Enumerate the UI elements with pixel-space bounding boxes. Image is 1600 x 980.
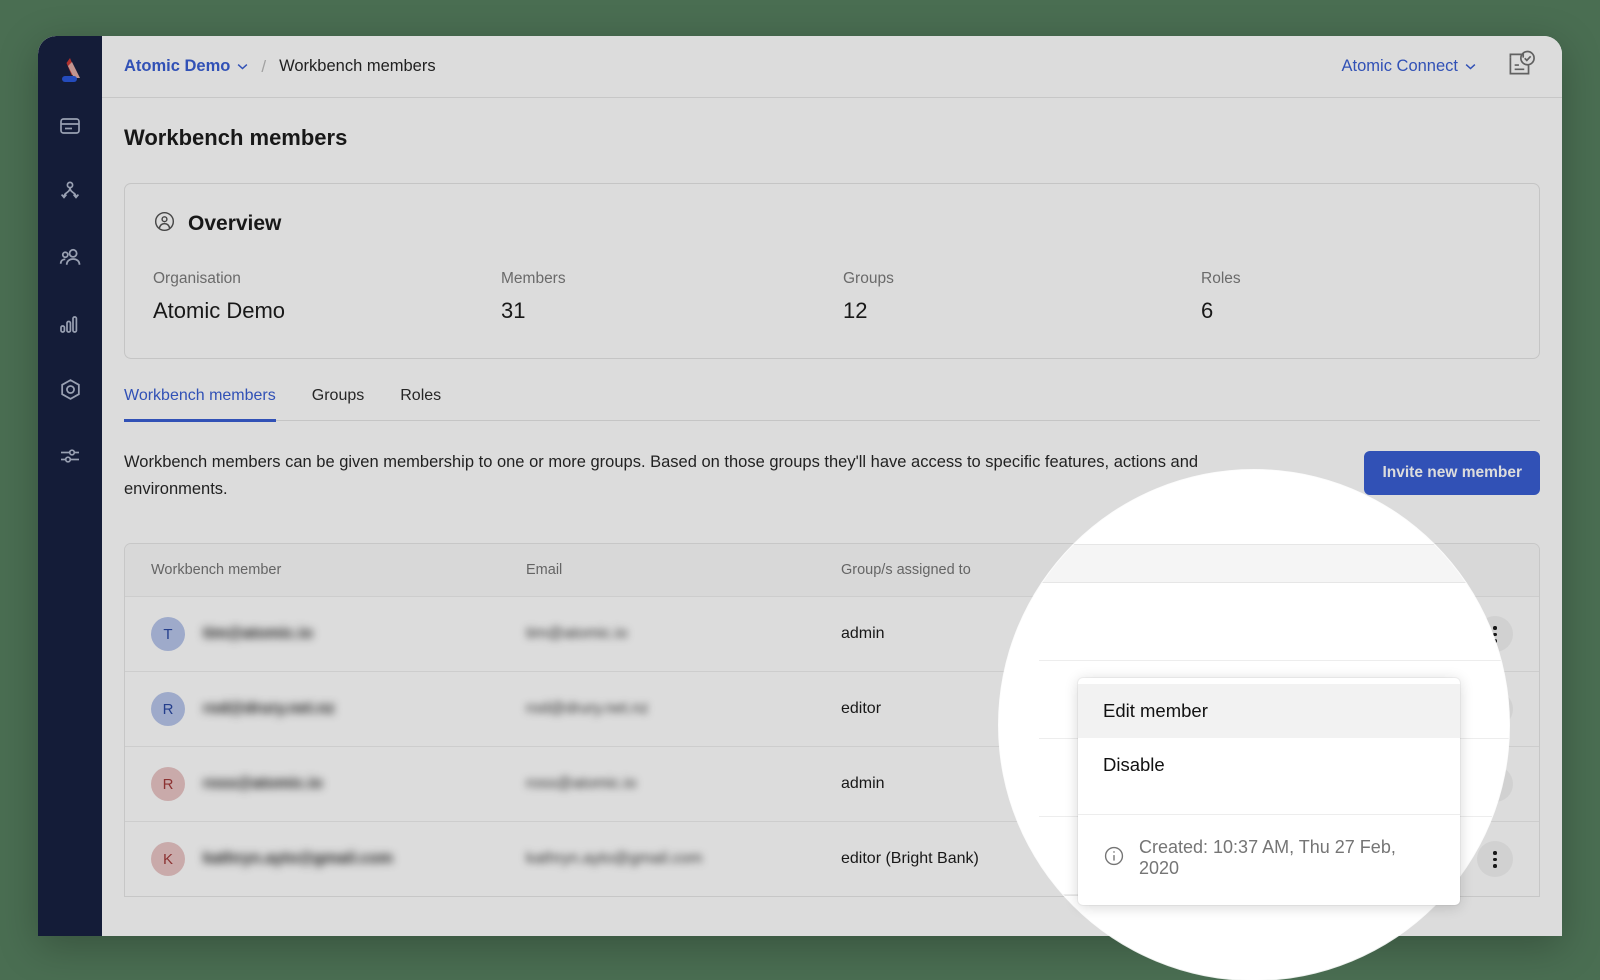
sidebar [38, 36, 102, 936]
column-header-email: Email [526, 562, 563, 579]
sidebar-item-analytics[interactable] [44, 300, 96, 352]
member-email: kathryn.ayto@gmail.com [526, 850, 703, 868]
sliders-icon [58, 444, 82, 473]
bar-chart-icon [58, 312, 82, 341]
member-name: ross@atomic.io [203, 775, 323, 793]
overview-card: Overview Organisation Atomic Demo Member… [124, 183, 1540, 359]
created-timestamp: Created: 10:37 AM, Thu 27 Feb, 2020 [1139, 837, 1396, 878]
member-name: rod@drury.net.nz [203, 700, 335, 718]
avatar: R [151, 692, 185, 727]
atomic-logo[interactable] [53, 54, 87, 88]
member-cell: R rod@drury.net.nz [151, 692, 526, 727]
member-cell: R ross@atomic.io [151, 767, 526, 802]
atomic-connect-label: Atomic Connect [1341, 57, 1458, 75]
stat-label: Roles [1201, 270, 1241, 287]
member-cell: K kathryn.ayto@gmail.com [151, 842, 526, 877]
info-circle-icon [1103, 845, 1125, 872]
stat-value: Atomic Demo [153, 298, 286, 323]
stat-label: Groups [843, 270, 894, 287]
breadcrumb-org[interactable]: Atomic Demo [124, 57, 248, 76]
member-name: tim@atomic.io [203, 625, 313, 643]
overview-stat-members: Members 31 [501, 270, 843, 324]
sidebar-item-configuration[interactable] [44, 366, 96, 418]
chevron-down-icon [1465, 64, 1476, 70]
stat-label: Members [501, 270, 566, 287]
breadcrumb-org-label: Atomic Demo [124, 57, 231, 75]
column-header-member: Workbench member [151, 562, 282, 579]
stat-label: Organisation [153, 270, 241, 287]
atomic-connect-menu[interactable]: Atomic Connect [1342, 57, 1476, 76]
branch-flow-icon [58, 180, 82, 209]
stat-value: 31 [501, 298, 526, 323]
overview-stat-organisation: Organisation Atomic Demo [153, 270, 501, 324]
magnified-table-header [1039, 545, 1509, 583]
tab-bar: Workbench members Groups Roles [124, 387, 1540, 422]
menu-item-disable[interactable]: Disable [1078, 738, 1460, 792]
sidebar-item-journeys[interactable] [44, 168, 96, 220]
breadcrumb-current: Workbench members [279, 57, 436, 75]
person-circle-icon [153, 210, 176, 238]
member-email: ross@atomic.io [526, 775, 637, 793]
tab-groups[interactable]: Groups [294, 387, 382, 420]
magnified-active-row [1039, 583, 1509, 661]
tab-workbench-members[interactable]: Workbench members [124, 387, 294, 422]
menu-created-meta: Created: 10:37 AM, Thu 27 Feb, 2020 [1078, 815, 1460, 905]
card-list-icon [58, 114, 82, 143]
stat-value: 12 [843, 298, 868, 323]
document-check-icon[interactable] [1504, 48, 1536, 85]
stat-value: 6 [1201, 298, 1214, 323]
row-actions-dropdown: Edit member Disable Created: 10:37 AM, T… [1078, 678, 1460, 905]
page-title: Workbench members [124, 125, 348, 150]
overview-stat-roles: Roles 6 [1201, 270, 1511, 324]
avatar: R [151, 767, 185, 802]
member-name: kathryn.ayto@gmail.com [203, 850, 393, 868]
users-icon [58, 245, 83, 275]
avatar: K [151, 842, 185, 877]
member-email: tim@atomic.io [526, 625, 628, 643]
chevron-down-icon [237, 64, 248, 70]
overview-header: Overview [153, 210, 1511, 238]
hexagon-icon [58, 377, 83, 407]
member-email: rod@drury.net.nz [526, 700, 649, 718]
menu-item-edit-member[interactable]: Edit member [1078, 684, 1460, 738]
tab-roles[interactable]: Roles [382, 387, 459, 420]
overview-stats: Organisation Atomic Demo Members 31 Grou… [153, 270, 1511, 324]
overview-stat-groups: Groups 12 [843, 270, 1201, 324]
top-bar: Atomic Demo / Workbench members Atomic C… [102, 36, 1562, 98]
overview-title: Overview [188, 212, 282, 235]
member-cell: T tim@atomic.io [151, 617, 526, 652]
sidebar-item-customers[interactable] [44, 234, 96, 286]
breadcrumb-separator: / [261, 56, 267, 76]
sidebar-item-settings[interactable] [44, 432, 96, 484]
avatar: T [151, 617, 185, 652]
sidebar-item-card-list[interactable] [44, 102, 96, 154]
